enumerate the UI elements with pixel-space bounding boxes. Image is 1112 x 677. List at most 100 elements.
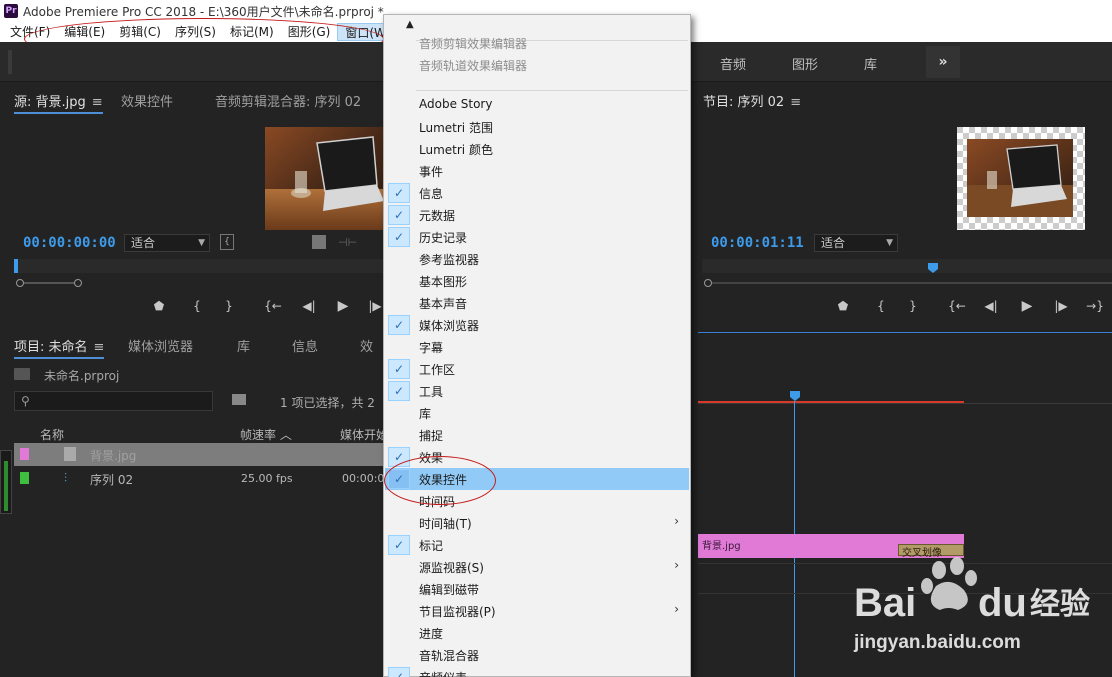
- menu-item[interactable]: 音轨混合器: [385, 644, 689, 666]
- project-row-bg-image[interactable]: 背景.jpg: [14, 443, 384, 466]
- column-name[interactable]: 名称: [40, 426, 64, 443]
- play-icon[interactable]: ▶: [334, 298, 352, 314]
- program-monitor-panel: 节目: 序列 02 ≡ 00:00:01:11 适合 ▼ ⬟ { } {← ◀| ▶…: [698, 83, 1112, 329]
- source-timecode[interactable]: 00:00:00:00: [23, 235, 116, 251]
- timeline-ruler[interactable]: [698, 403, 1112, 404]
- menu-item[interactable]: ✓ 工具: [385, 380, 689, 402]
- menu-item[interactable]: ✓ 标记: [385, 534, 689, 556]
- mark-out-icon[interactable]: }: [220, 299, 238, 313]
- menu-item-label: 工具: [419, 385, 444, 399]
- menu-item-label: Lumetri 范围: [419, 121, 493, 135]
- tab-audio-clip-mixer[interactable]: 音频剪辑混合器: 序列 02: [215, 91, 361, 110]
- program-fit-select[interactable]: 适合 ▼: [814, 234, 898, 252]
- menu-item[interactable]: ✓ 历史记录: [385, 226, 689, 248]
- menu-item[interactable]: 进度: [385, 622, 689, 644]
- cross-wipe-transition[interactable]: 交叉划像: [898, 544, 964, 559]
- workspace-more-icon[interactable]: »: [926, 46, 960, 78]
- menu-item-label: 基本声音: [419, 297, 468, 311]
- tab-libraries[interactable]: 库: [237, 336, 250, 355]
- menu-item[interactable]: ✓ 工作区: [385, 358, 689, 380]
- program-time-ruler[interactable]: [702, 259, 1112, 273]
- project-search-input[interactable]: ⚲: [14, 391, 213, 411]
- tab-info[interactable]: 信息: [292, 336, 318, 355]
- menu-item[interactable]: 源监视器(S) ›: [385, 556, 689, 578]
- menu-item-label: 时间轴(T): [419, 517, 472, 531]
- play-icon[interactable]: ▶: [1018, 298, 1036, 314]
- mark-in-icon[interactable]: {: [188, 299, 206, 313]
- step-forward-icon[interactable]: |▶: [366, 299, 384, 313]
- add-marker-icon[interactable]: ⬟: [834, 299, 852, 313]
- label-color-swatch[interactable]: [20, 472, 29, 484]
- program-timecode[interactable]: 00:00:01:11: [711, 235, 804, 251]
- workspace-tab-libraries[interactable]: 库: [864, 54, 877, 73]
- panel-menu-icon[interactable]: ≡: [94, 340, 105, 355]
- checkmark-icon: ✓: [388, 183, 410, 203]
- step-back-icon[interactable]: ◀|: [300, 299, 318, 313]
- checkmark-icon: ✓: [388, 381, 410, 401]
- source-monitor-panel: 源: 背景.jpg ≡ 效果控件 音频剪辑混合器: 序列 02 00:00:00:…: [0, 83, 384, 329]
- clip-label: 背景.jpg: [702, 541, 741, 552]
- timeline-playhead[interactable]: [790, 391, 800, 401]
- panel-menu-icon[interactable]: ≡: [790, 95, 801, 110]
- source-time-ruler[interactable]: [14, 259, 384, 273]
- in-out-icon[interactable]: {: [220, 234, 234, 250]
- scroll-up-icon[interactable]: ▲: [406, 19, 414, 30]
- menu-item[interactable]: 捕捉: [385, 424, 689, 446]
- tab-source[interactable]: 源: 背景.jpg ≡: [14, 91, 103, 114]
- menu-item-label: 节目监视器(P): [419, 605, 496, 619]
- menu-item[interactable]: 节目监视器(P) ›: [385, 600, 689, 622]
- menu-item[interactable]: 参考监视器: [385, 248, 689, 270]
- new-bin-icon[interactable]: [232, 394, 246, 405]
- sequence-icon: ⫶: [64, 471, 68, 485]
- menu-item[interactable]: Lumetri 颜色: [385, 138, 689, 160]
- menu-item: 音频轨道效果编辑器: [385, 54, 689, 76]
- menu-item-label: 捕捉: [419, 429, 444, 443]
- menu-item[interactable]: ✓ 元数据: [385, 204, 689, 226]
- label-color-swatch[interactable]: [20, 448, 29, 460]
- image-icon: [64, 447, 76, 461]
- menu-item[interactable]: 编辑到磁带: [385, 578, 689, 600]
- panel-menu-icon[interactable]: ≡: [92, 95, 103, 110]
- column-media-start[interactable]: 媒体开始: [340, 426, 384, 443]
- program-zoom-scrollbar[interactable]: [704, 279, 1112, 287]
- source-fit-select[interactable]: 适合 ▼: [124, 234, 210, 252]
- tab-effects[interactable]: 效: [360, 336, 373, 355]
- grip-handle: [8, 50, 12, 74]
- tab-media-browser[interactable]: 媒体浏览器: [128, 336, 193, 355]
- tab-effect-controls[interactable]: 效果控件: [121, 91, 173, 110]
- menu-item-label: 参考监视器: [419, 253, 480, 267]
- column-frame-rate[interactable]: 帧速率 ︿: [240, 426, 292, 443]
- menu-item[interactable]: ✓ 信息: [385, 182, 689, 204]
- chevron-right-icon: ›: [674, 514, 679, 528]
- go-to-in-icon[interactable]: {←: [264, 299, 282, 313]
- mark-out-icon[interactable]: }: [904, 299, 922, 313]
- menu-item[interactable]: ✓ 媒体浏览器: [385, 314, 689, 336]
- menu-item[interactable]: 基本图形: [385, 270, 689, 292]
- source-zoom-scrollbar[interactable]: [16, 279, 384, 287]
- project-panel: 项目: 未命名 ≡ 媒体浏览器 库 信息 效 未命名.prproj: [0, 330, 384, 677]
- menu-item[interactable]: 基本声音: [385, 292, 689, 314]
- step-forward-icon[interactable]: |▶: [1052, 299, 1070, 313]
- menu-item[interactable]: 时间轴(T) ›: [385, 512, 689, 534]
- menu-item[interactable]: 事件: [385, 160, 689, 182]
- checkmark-icon: ✓: [388, 315, 410, 335]
- workspace-tab-graphics[interactable]: 图形: [792, 54, 818, 73]
- drag-icon[interactable]: ⊣⊢: [338, 236, 357, 249]
- menu-item[interactable]: 字幕: [385, 336, 689, 358]
- menu-item[interactable]: Lumetri 范围: [385, 116, 689, 138]
- source-playhead[interactable]: [14, 259, 18, 273]
- menu-item[interactable]: Adobe Story: [385, 94, 689, 116]
- workspace-tab-audio[interactable]: 音频: [720, 54, 746, 73]
- tab-program[interactable]: 节目: 序列 02 ≡: [703, 91, 801, 112]
- go-to-out-icon[interactable]: →}: [1086, 299, 1104, 313]
- mark-in-icon[interactable]: {: [872, 299, 890, 313]
- go-to-in-icon[interactable]: {←: [948, 299, 966, 313]
- step-back-icon[interactable]: ◀|: [982, 299, 1000, 313]
- tab-project[interactable]: 项目: 未命名 ≡: [14, 336, 105, 359]
- menu-item[interactable]: 库: [385, 402, 689, 424]
- project-row-sequence[interactable]: ⫶ 序列 02 25.00 fps 00:00:00: [14, 467, 391, 490]
- item-name: 序列 02: [90, 473, 134, 487]
- menu-item[interactable]: ✓ 音频仪表: [385, 666, 689, 677]
- add-marker-icon[interactable]: ⬟: [150, 299, 168, 313]
- settings-icon[interactable]: [312, 235, 326, 249]
